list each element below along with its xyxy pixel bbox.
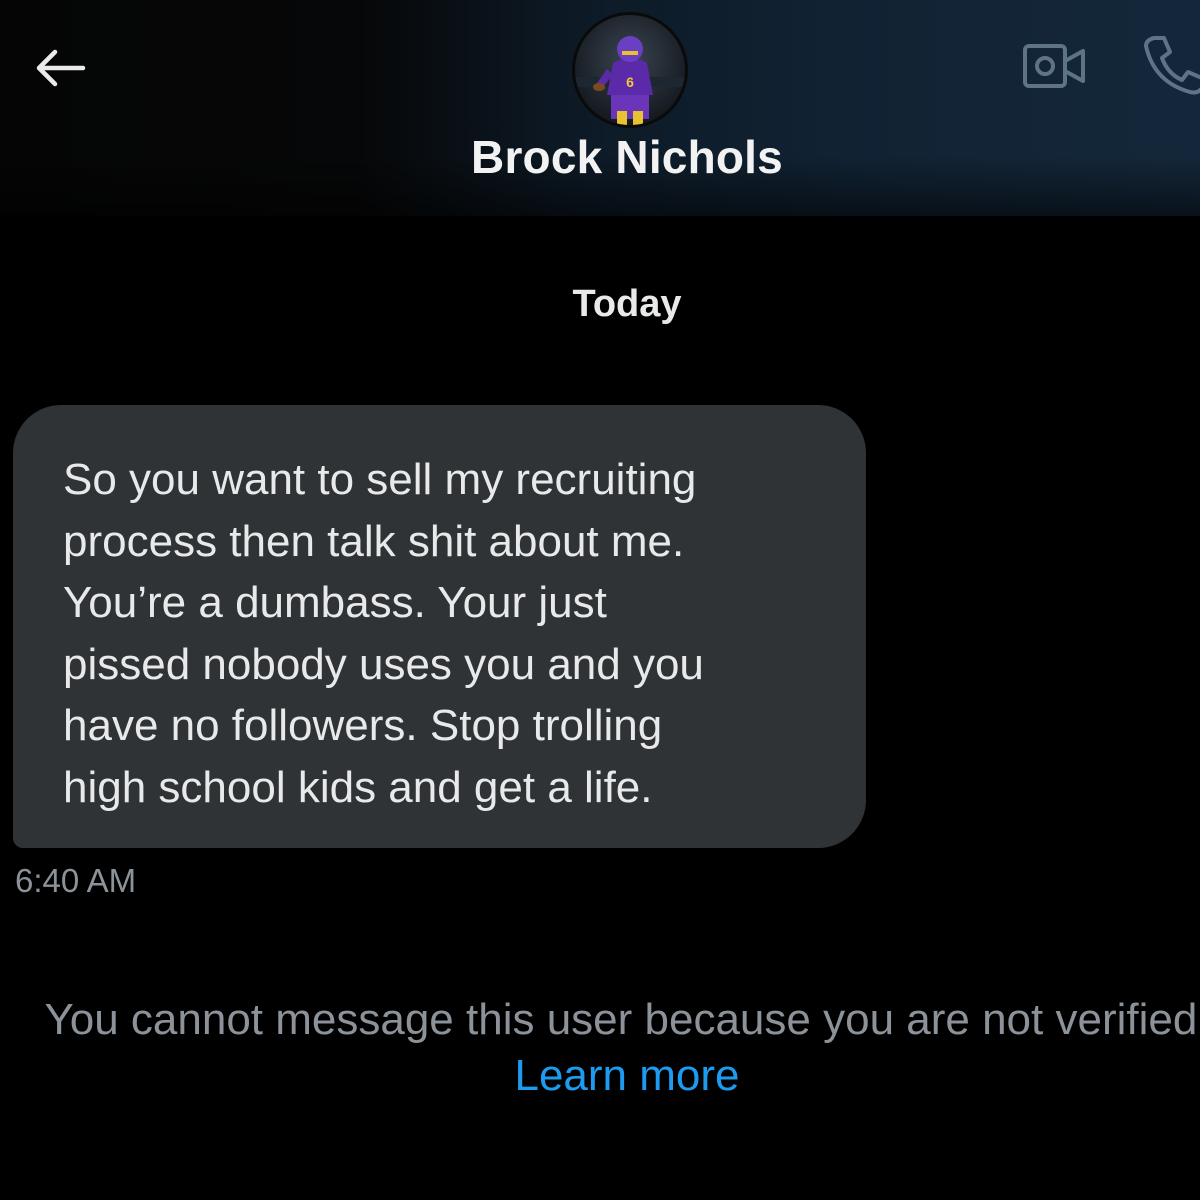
message-bubble[interactable]: So you want to sell my recruiting proces… (13, 405, 866, 848)
video-call-button[interactable] (1020, 40, 1088, 92)
profile-photo: 6 (575, 15, 685, 125)
dm-screen: 6 Brock Nichols Today So you want to sel… (0, 0, 1200, 1200)
arrow-left-icon (36, 49, 86, 87)
voice-call-button[interactable] (1140, 34, 1200, 96)
cannot-message-notice: You cannot message this user because you… (40, 992, 1200, 1104)
conversation-header: 6 Brock Nichols (0, 0, 1200, 216)
message-text: So you want to sell my recruiting proces… (63, 455, 704, 812)
avatar[interactable]: 6 (572, 12, 688, 128)
learn-more-link[interactable]: Learn more (514, 1051, 739, 1100)
video-camera-icon (1023, 44, 1085, 88)
phone-icon (1144, 36, 1200, 95)
message-timestamp: 6:40 AM (15, 862, 137, 899)
back-button[interactable] (24, 36, 94, 100)
contact-name[interactable]: Brock Nichols (0, 130, 1200, 184)
date-separator: Today (572, 283, 682, 325)
notice-text: You cannot message this user because you… (44, 995, 1200, 1044)
svg-text:6: 6 (626, 74, 634, 90)
